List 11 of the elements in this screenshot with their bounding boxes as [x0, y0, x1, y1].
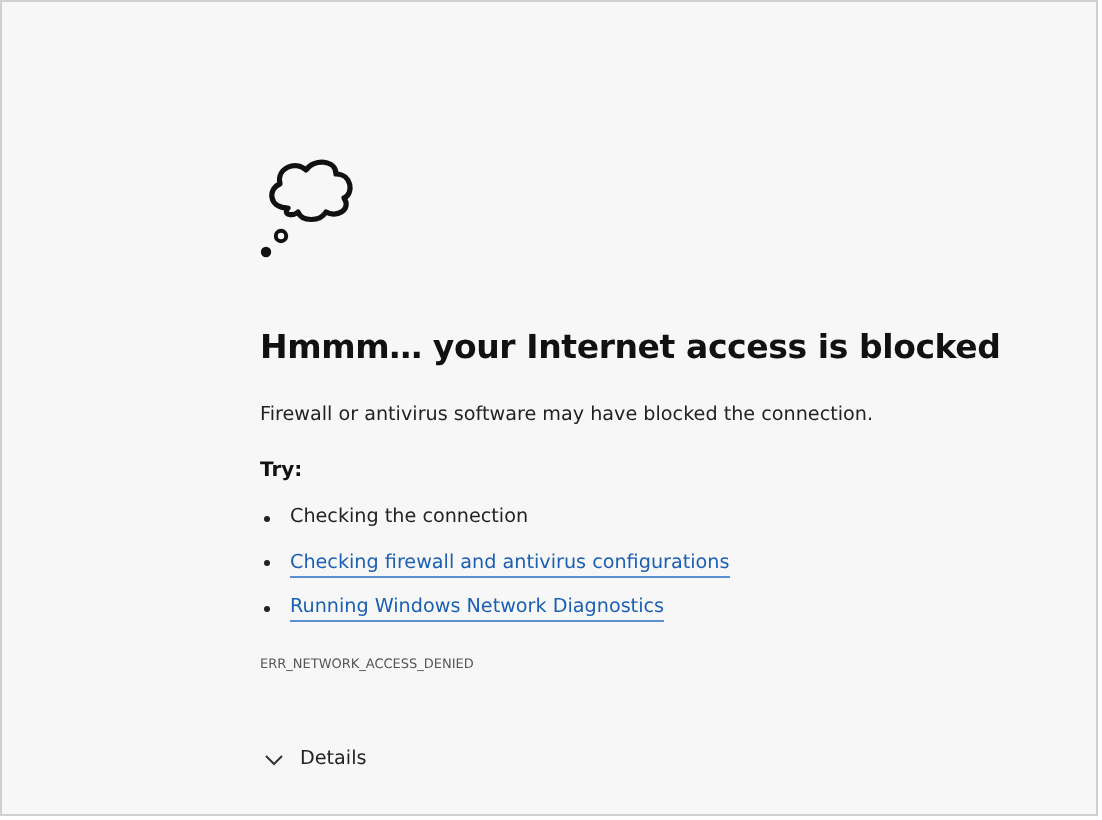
- try-label: Try:: [260, 458, 305, 486]
- error-message: Firewall or antivirus software may have blocked the connection.: [260, 402, 876, 430]
- details-toggle[interactable]: Details: [260, 748, 367, 770]
- bullet-icon: [264, 605, 270, 611]
- chevron-icon: [264, 753, 284, 765]
- bullet-icon: [264, 515, 270, 521]
- bullet-icon: [264, 560, 270, 566]
- suggestion-link[interactable]: Checking firewall and antivirus configurations: [290, 549, 730, 577]
- suggestion-text: Checking the connection: [290, 504, 529, 532]
- suggestion-link[interactable]: Running Windows Network Diagnostics: [290, 594, 665, 622]
- error-heading: Hmmm… your Internet access is blocked: [260, 326, 1003, 370]
